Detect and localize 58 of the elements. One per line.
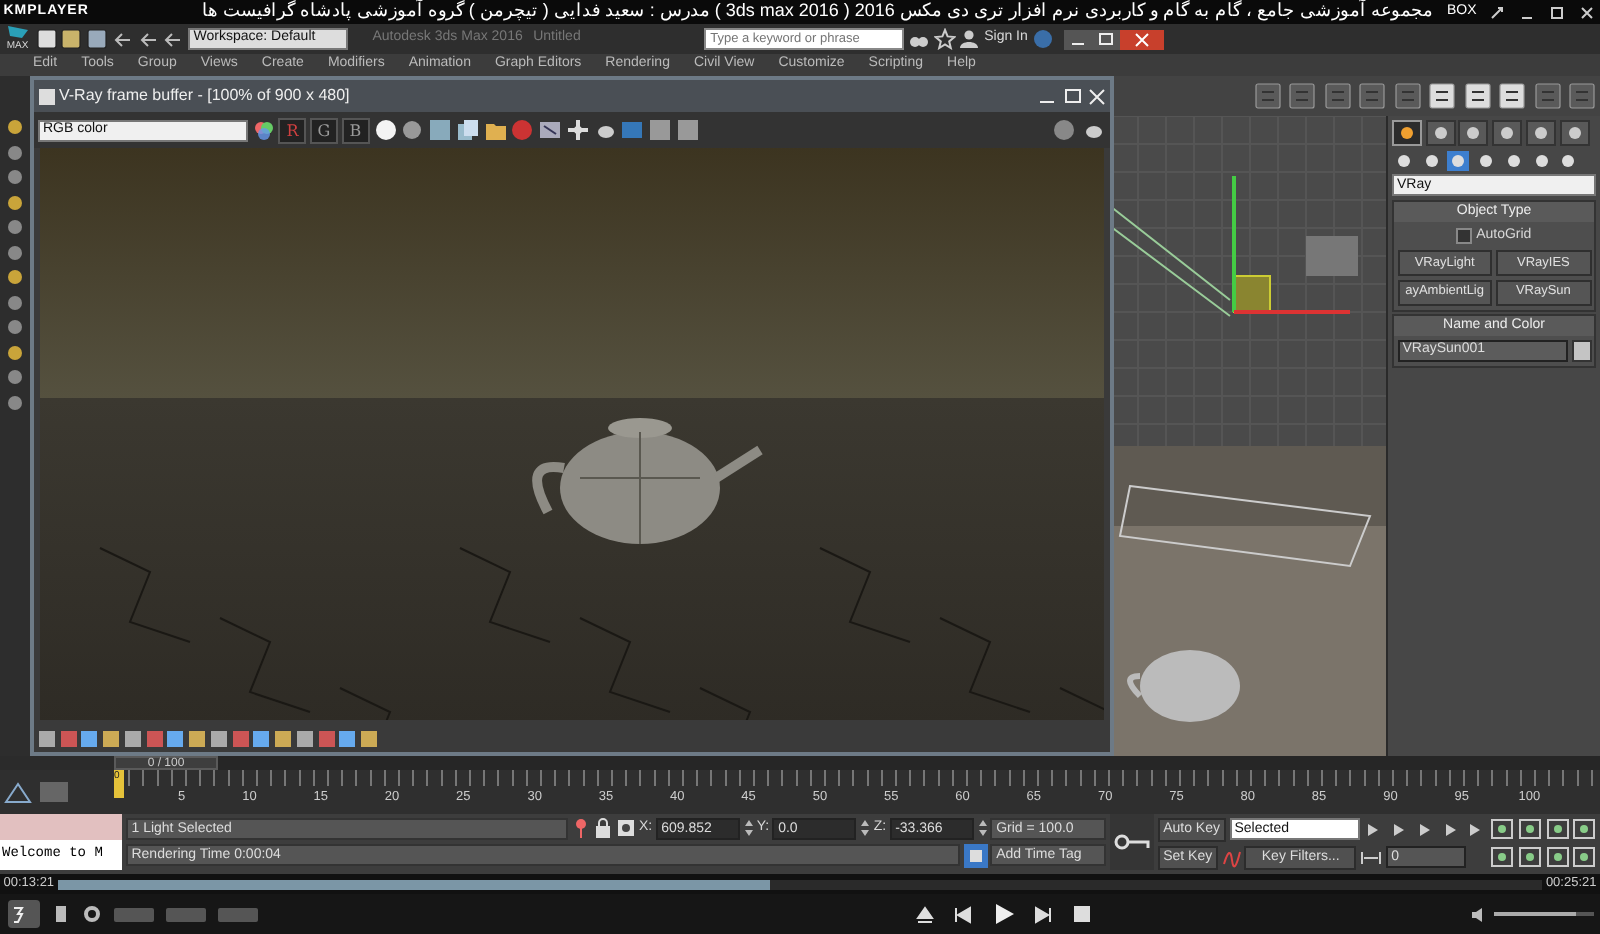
square-icon[interactable]: [675, 118, 700, 142]
channel-button[interactable]: R: [278, 117, 307, 143]
panel-tab-icon[interactable]: [1525, 119, 1556, 146]
save-icon[interactable]: [86, 28, 108, 50]
channel-button[interactable]: G: [310, 117, 338, 143]
copy-icon[interactable]: [455, 118, 480, 142]
play-icon[interactable]: [993, 904, 1014, 924]
color-channels-icon[interactable]: [251, 118, 275, 142]
mode-chip[interactable]: [165, 907, 205, 921]
panel-tab-icon[interactable]: [1559, 119, 1589, 146]
close-icon[interactable]: [1119, 29, 1164, 49]
key-curve-icon[interactable]: [1221, 847, 1242, 867]
channel-button[interactable]: B: [341, 117, 370, 143]
new-file-icon[interactable]: [35, 28, 57, 50]
user-icon[interactable]: [958, 28, 981, 50]
save-icon[interactable]: [428, 118, 452, 142]
open-folder-icon[interactable]: [60, 28, 83, 50]
next-icon[interactable]: [1034, 905, 1053, 923]
category-icon[interactable]: [1474, 149, 1498, 171]
mode-chip[interactable]: [217, 907, 257, 921]
color-swatch[interactable]: [1571, 340, 1591, 362]
window-title: مجموعه آموزشی جامع ، گام به گام و کاربردی نرم افزار تری دی مکس 2016 ( 3ds max 2016 ) مدرس : سعید فدایی ( تیچرمن ) گروه آموزشی پادشاه گرافیست ها: [201, 0, 1433, 25]
lock-icon[interactable]: [593, 818, 612, 839]
region-icon[interactable]: [538, 118, 562, 142]
subtitle-icon[interactable]: [51, 904, 69, 924]
star-icon[interactable]: [933, 28, 956, 50]
sphere-icon[interactable]: [1051, 118, 1076, 142]
track-view-icon[interactable]: [3, 780, 32, 804]
stop-icon[interactable]: [1073, 906, 1090, 922]
circle-icon[interactable]: [373, 118, 397, 142]
maximize-icon[interactable]: [1091, 29, 1120, 49]
panel-tab-icon[interactable]: [1458, 119, 1489, 146]
help-icon[interactable]: [1031, 28, 1054, 50]
square-icon[interactable]: [648, 118, 672, 142]
panel-tab-icon[interactable]: [1391, 119, 1422, 146]
mode-chip[interactable]: [113, 907, 153, 921]
eject-icon[interactable]: [915, 905, 934, 923]
settings-icon[interactable]: [81, 904, 101, 924]
maximize-icon[interactable]: [1548, 3, 1567, 21]
viewport-teapot-drawing[interactable]: [1110, 446, 1386, 756]
window-icon: [37, 87, 56, 105]
transform-mode-icon[interactable]: [615, 818, 636, 839]
previous-icon[interactable]: [954, 905, 973, 923]
dot-icon[interactable]: [510, 118, 535, 142]
fan-icon[interactable]: [565, 118, 590, 142]
key-icon[interactable]: [1110, 814, 1155, 870]
undo-icon[interactable]: [111, 28, 134, 50]
3d-logo-icon[interactable]: [7, 900, 39, 928]
seek-bar[interactable]: [57, 879, 1543, 889]
frame-buffer-title: V-Ray frame buffer - [100% of 900 x 480]: [59, 84, 350, 108]
panel-tab-icon[interactable]: [1425, 119, 1455, 146]
key-mode-icon[interactable]: [1360, 847, 1383, 867]
time-tag-icon[interactable]: [963, 843, 988, 867]
checkbox[interactable]: [1456, 228, 1473, 244]
close-icon[interactable]: [1578, 3, 1597, 21]
category-icon[interactable]: [1446, 149, 1471, 171]
panel-tab-icon[interactable]: [1492, 119, 1522, 146]
minimize-icon[interactable]: [1063, 29, 1092, 49]
